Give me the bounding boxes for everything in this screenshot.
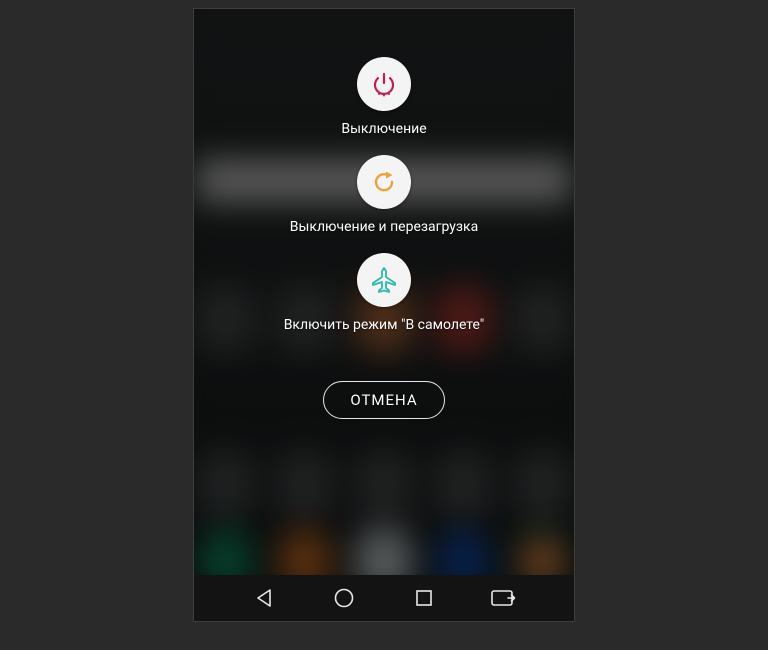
airplane-mode-button[interactable]: Включить режим "В самолете"	[284, 253, 485, 333]
airplane-mode-label: Включить режим "В самолете"	[284, 317, 485, 333]
phone-screen: Выключение Выключение и перезагрузка	[193, 8, 575, 622]
restart-icon	[357, 155, 411, 209]
power-off-label: Выключение	[341, 121, 426, 137]
power-icon	[357, 57, 411, 111]
restart-label: Выключение и перезагрузка	[290, 219, 478, 235]
power-off-button[interactable]: Выключение	[341, 57, 426, 137]
restart-button[interactable]: Выключение и перезагрузка	[290, 155, 478, 235]
power-menu: Выключение Выключение и перезагрузка	[194, 57, 574, 419]
recent-icon	[413, 587, 435, 609]
cancel-button[interactable]: ОТМЕНА	[323, 381, 444, 419]
airplane-icon	[357, 253, 411, 307]
home-icon	[332, 586, 356, 610]
screenshot-icon	[490, 588, 518, 608]
recent-apps-button[interactable]	[408, 582, 440, 614]
navigation-bar	[194, 575, 574, 621]
screenshot-button[interactable]	[488, 582, 520, 614]
cancel-label: ОТМЕНА	[350, 391, 417, 409]
home-button[interactable]	[328, 582, 360, 614]
back-icon	[253, 587, 275, 609]
back-button[interactable]	[248, 582, 280, 614]
